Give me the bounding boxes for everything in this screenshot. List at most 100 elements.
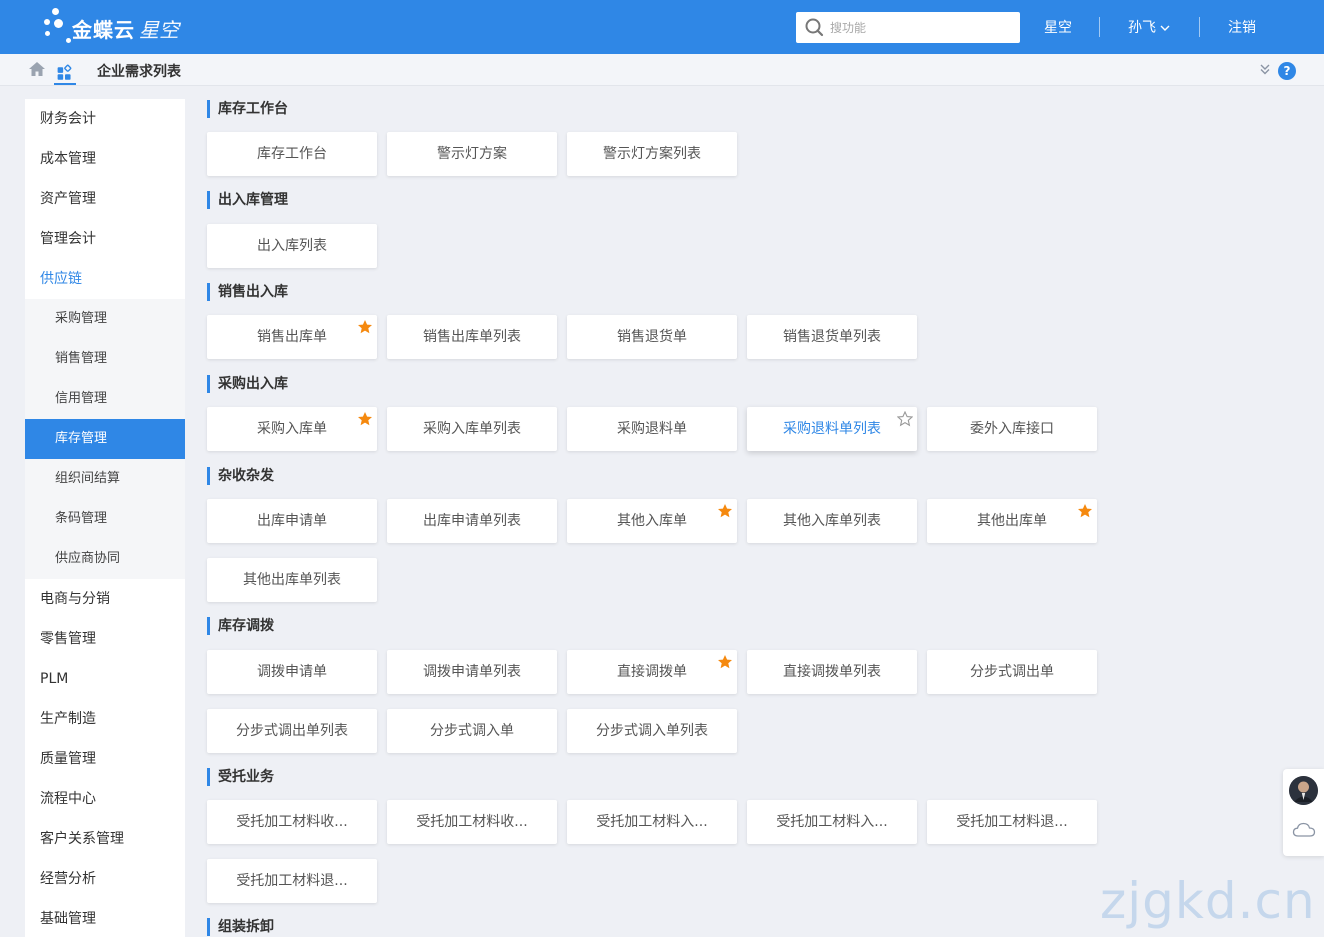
func-card[interactable]: 出入库列表 [207,224,377,268]
top-bar: 金蝶云 星空 星空 孙飞 注销 [0,0,1324,54]
star-filled-icon[interactable] [357,411,373,427]
func-card[interactable]: 采购入库单列表 [387,407,557,451]
sidebar-item-ecommerce[interactable]: 电商与分销 [25,579,185,619]
func-card-label: 其他入库单 [617,513,687,529]
sidebar-item-retail[interactable]: 零售管理 [25,619,185,659]
sidebar-item-mgmt-accounting[interactable]: 管理会计 [25,219,185,259]
func-card[interactable]: 采购退料单列表 [747,407,917,451]
sidebar-item-supply-chain[interactable]: 供应链 [25,259,185,299]
section-title: 销售出入库 [207,283,288,301]
func-card[interactable]: 分步式调入单 [387,709,557,753]
func-card[interactable]: 分步式调出单 [927,650,1097,694]
func-card[interactable]: 其他入库单列表 [747,499,917,543]
sidebar-subitem-sales[interactable]: 销售管理 [25,339,185,379]
func-card[interactable]: 库存工作台 [207,132,377,176]
nav-user[interactable]: 孙飞 [1128,0,1171,54]
sidebar-item-quality[interactable]: 质量管理 [25,739,185,779]
func-card-label: 采购退料单列表 [783,421,881,437]
search-box[interactable] [796,12,1020,43]
sidebar-subitem-inter-org[interactable]: 组织间结算 [25,459,185,499]
nav-product[interactable]: 星空 [1044,0,1072,54]
nav-divider [1099,17,1100,37]
func-card[interactable]: 出库申请单 [207,499,377,543]
func-card[interactable]: 受托加工材料退... [207,859,377,903]
func-card[interactable]: 销售出库单 [207,315,377,359]
func-card-label: 其他出库单 [977,513,1047,529]
func-card[interactable]: 调拨申请单 [207,650,377,694]
section-title: 组装拆卸 [207,918,274,936]
func-card[interactable]: 其他入库单 [567,499,737,543]
func-card[interactable]: 销售退货单 [567,315,737,359]
func-card[interactable]: 直接调拨单 [567,650,737,694]
avatar[interactable] [1289,776,1318,805]
sidebar-item-finance[interactable]: 财务会计 [25,99,185,139]
sidebar-item-plm[interactable]: PLM [25,659,185,699]
cloud-icon[interactable] [1292,821,1316,839]
sidebar-subitem-barcode[interactable]: 条码管理 [25,499,185,539]
sidebar-item-cost[interactable]: 成本管理 [25,139,185,179]
section-title: 出入库管理 [207,191,288,209]
logo-subtext: 星空 [139,17,179,42]
sidebar: 财务会计 成本管理 资产管理 管理会计 供应链 采购管理 销售管理 信用管理 库… [25,99,185,937]
help-icon[interactable]: ? [1278,62,1296,80]
func-card[interactable]: 销售退货单列表 [747,315,917,359]
breadcrumb: 企业需求列表 ? [0,54,1324,86]
func-card-label: 销售出库单 [257,329,327,345]
func-card[interactable]: 受托加工材料入... [747,800,917,844]
star-outline-icon[interactable] [897,411,913,427]
main-content: 库存工作台 库存工作台 警示灯方案 警示灯方案列表 出入库管理 出入库列表 销售… [200,86,1310,937]
func-card[interactable]: 其他出库单 [927,499,1097,543]
func-card[interactable]: 受托加工材料退... [927,800,1097,844]
func-card[interactable]: 采购退料单 [567,407,737,451]
func-card[interactable]: 分步式调出单列表 [207,709,377,753]
func-card[interactable]: 委外入库接口 [927,407,1097,451]
star-filled-icon[interactable] [357,319,373,335]
star-filled-icon[interactable] [1077,503,1093,519]
star-filled-icon[interactable] [717,503,733,519]
func-card[interactable]: 分步式调入单列表 [567,709,737,753]
user-name: 孙飞 [1128,20,1156,36]
logo[interactable]: 金蝶云 星空 [42,8,179,48]
home-icon[interactable] [27,60,47,78]
func-card[interactable]: 销售出库单列表 [387,315,557,359]
sidebar-item-workflow[interactable]: 流程中心 [25,779,185,819]
func-card-label: 直接调拨单 [617,664,687,680]
logout-link[interactable]: 注销 [1228,0,1256,54]
section-title: 库存调拨 [207,617,274,635]
sidebar-subitem-inventory[interactable]: 库存管理 [25,419,185,459]
sidebar-item-manufacturing[interactable]: 生产制造 [25,699,185,739]
search-icon[interactable] [796,12,830,43]
search-input[interactable] [830,13,1010,42]
star-filled-icon[interactable] [717,654,733,670]
double-chevron-down-icon[interactable] [1258,62,1272,76]
chevron-down-icon [1160,25,1170,31]
func-card[interactable]: 受托加工材料入... [567,800,737,844]
logo-icon [42,8,72,48]
sidebar-subitem-credit[interactable]: 信用管理 [25,379,185,419]
section-title: 杂收杂发 [207,467,274,485]
func-card[interactable]: 受托加工材料收... [207,800,377,844]
section-title: 采购出入库 [207,375,288,393]
sidebar-item-basic[interactable]: 基础管理 [25,899,185,937]
func-card[interactable]: 采购入库单 [207,407,377,451]
watermark: zjgkd.cn [1100,872,1316,930]
sidebar-subitem-purchase[interactable]: 采购管理 [25,299,185,339]
sidebar-subitem-supplier[interactable]: 供应商协同 [25,539,185,579]
func-card[interactable]: 受托加工材料收... [387,800,557,844]
logo-text: 金蝶云 [72,17,135,42]
func-card[interactable]: 警示灯方案 [387,132,557,176]
sidebar-item-assets[interactable]: 资产管理 [25,179,185,219]
sidebar-item-analytics[interactable]: 经营分析 [25,859,185,899]
section-title: 库存工作台 [207,100,288,118]
func-card[interactable]: 直接调拨单列表 [747,650,917,694]
nav-divider [1199,17,1200,37]
sidebar-submenu: 采购管理 销售管理 信用管理 库存管理 组织间结算 条码管理 供应商协同 [25,299,185,579]
func-card[interactable]: 调拨申请单列表 [387,650,557,694]
func-card[interactable]: 警示灯方案列表 [567,132,737,176]
section-title: 受托业务 [207,768,274,786]
func-card[interactable]: 其他出库单列表 [207,558,377,602]
func-card[interactable]: 出库申请单列表 [387,499,557,543]
apps-icon[interactable] [54,59,76,85]
sidebar-item-crm[interactable]: 客户关系管理 [25,819,185,859]
page-title: 企业需求列表 [97,64,181,80]
